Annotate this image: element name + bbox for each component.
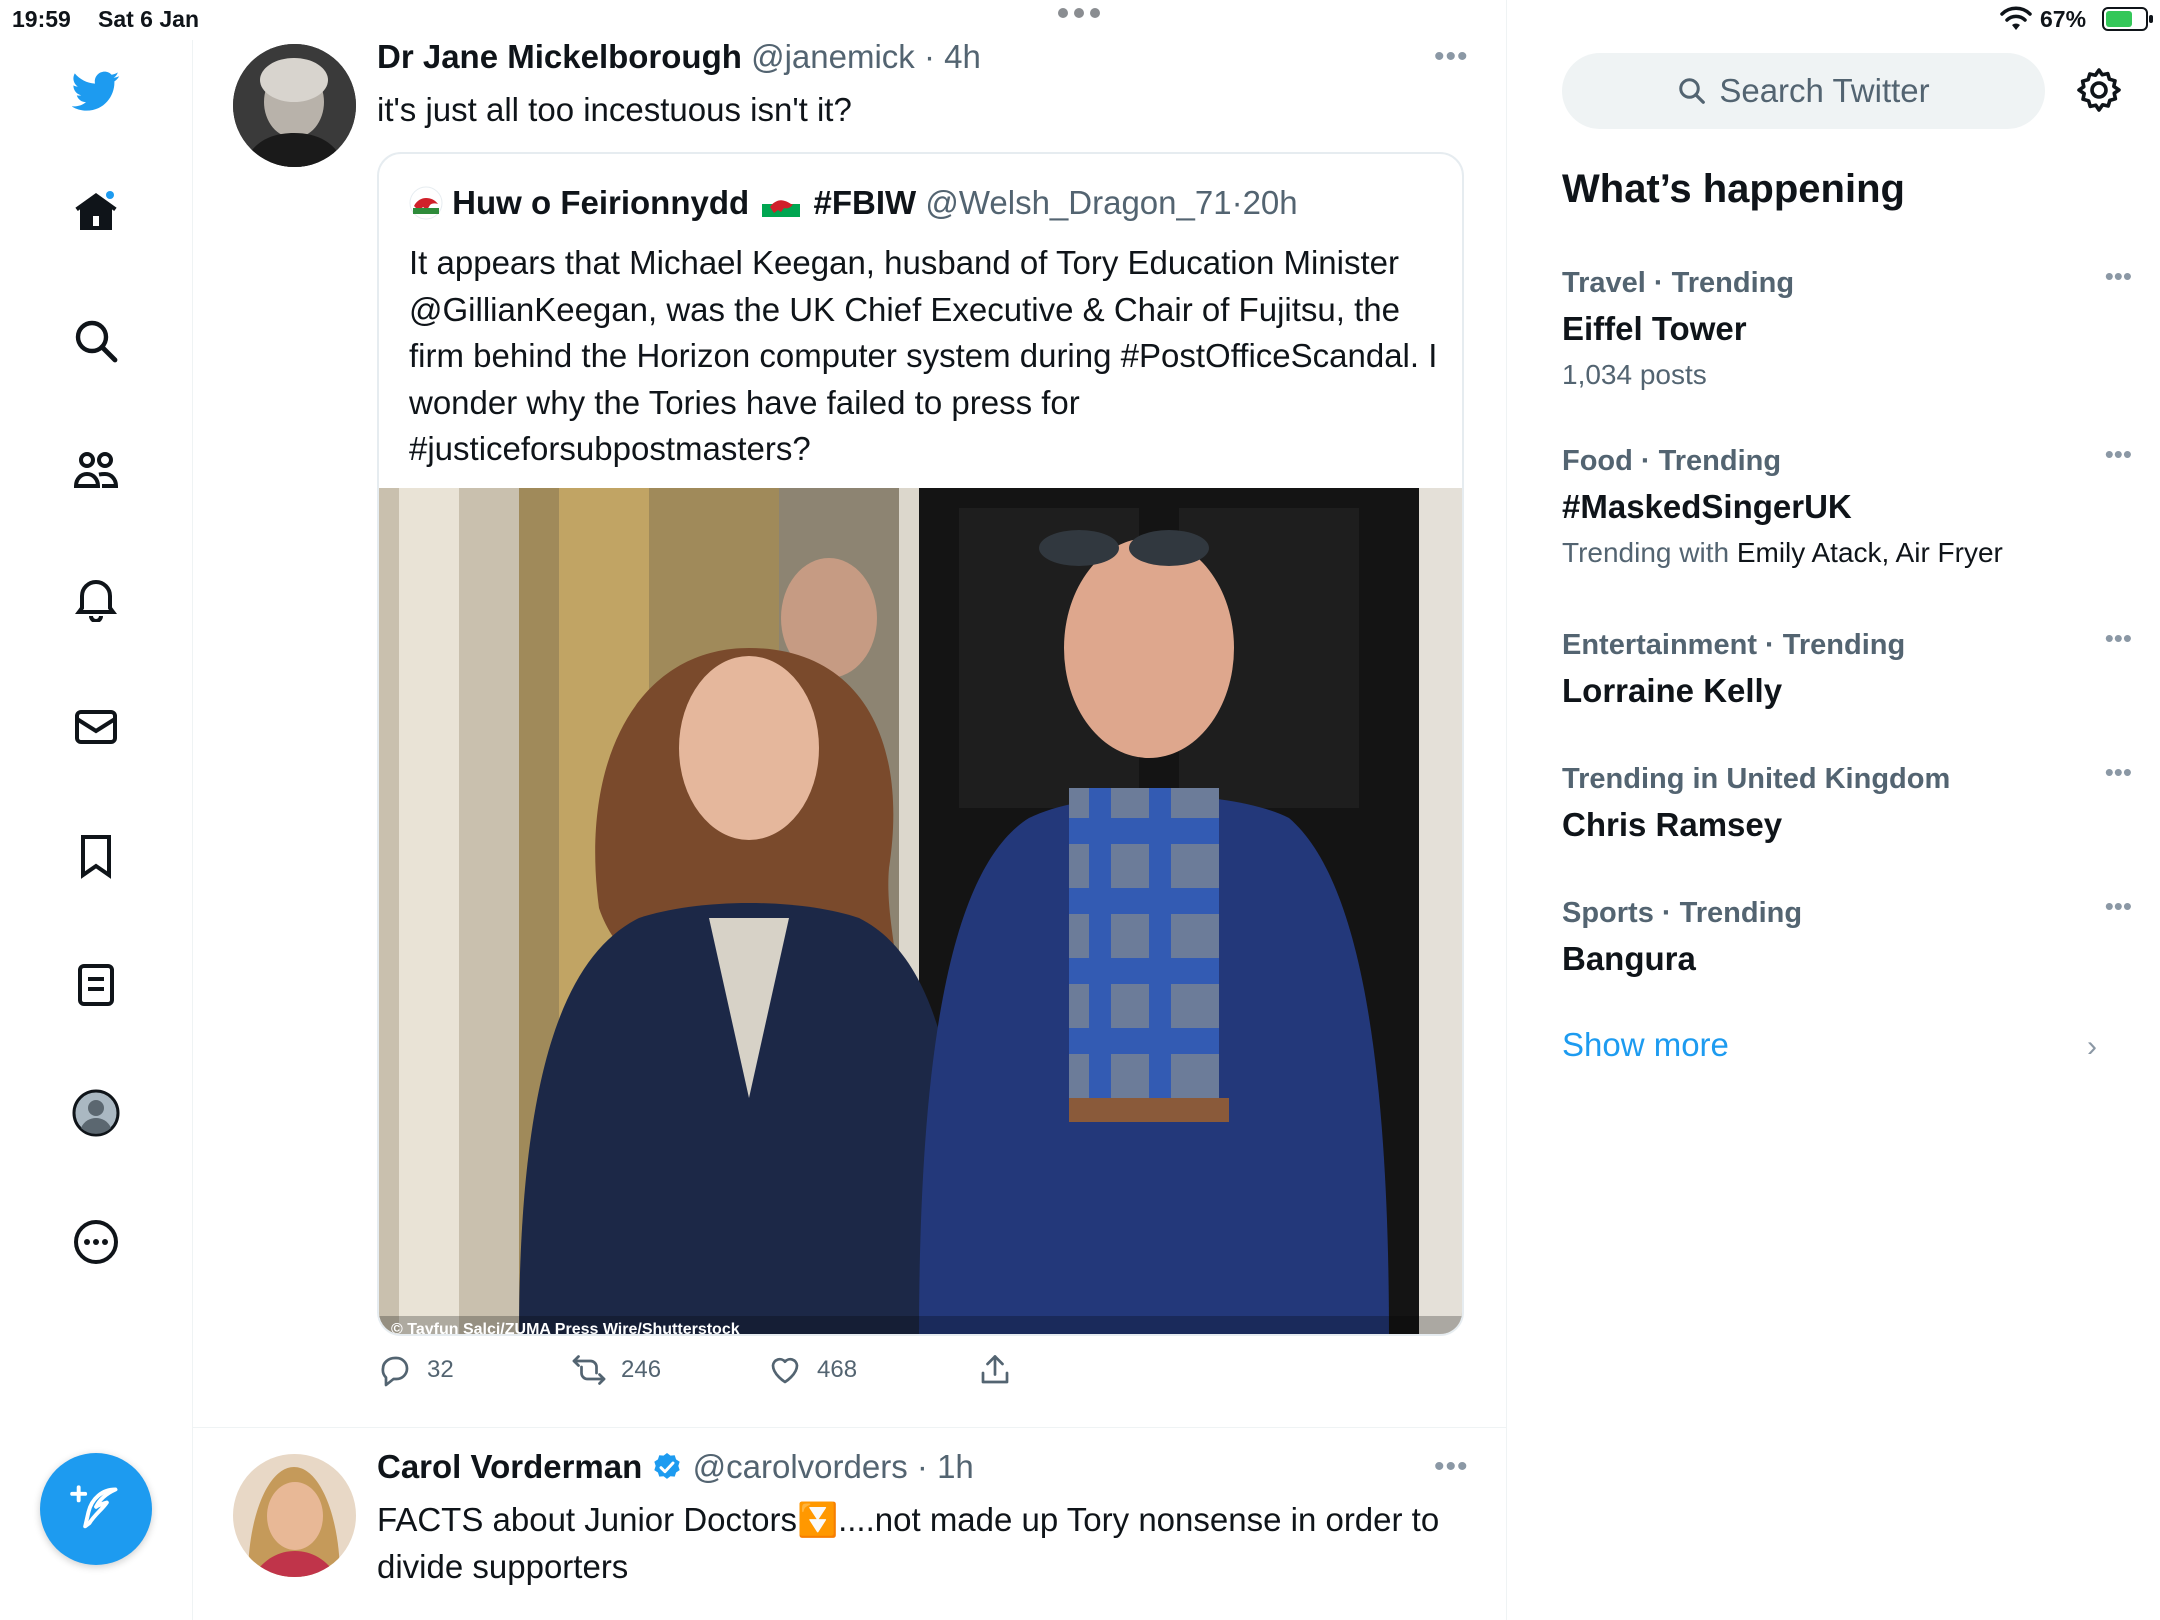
separator: · <box>1231 184 1243 221</box>
trend-meta-with: Emily Atack, Air Fryer <box>1736 537 2003 568</box>
share-icon <box>981 1355 1009 1384</box>
communities-icon[interactable] <box>66 440 126 500</box>
reply-button[interactable]: 32 <box>377 1352 454 1388</box>
retweet-button[interactable]: 246 <box>571 1352 661 1388</box>
trend-category: Entertainment · Trending <box>1562 629 1906 661</box>
author-name[interactable]: Dr Jane Mickelborough <box>377 38 742 75</box>
trend-title: Bangura <box>1562 940 1696 977</box>
right-sidebar: Search Twitter What’s happening Travel ·… <box>1507 0 2160 1620</box>
tweet-header: Dr Jane Mickelborough @janemick · 4h <box>377 38 981 76</box>
trend-title: Chris Ramsey <box>1562 806 1783 843</box>
author-handle[interactable]: @janemick <box>751 38 915 75</box>
tweet-more-icon[interactable]: ••• <box>1434 1450 1469 1484</box>
avatar-photo <box>233 1454 356 1577</box>
twitter-logo-icon[interactable] <box>66 61 126 121</box>
profile-icon[interactable] <box>66 1083 126 1143</box>
status-time: 19:59 <box>12 6 71 32</box>
trend-title: Lorraine Kelly <box>1562 672 1783 709</box>
trend-meta-prefix: Trending with <box>1562 537 1730 568</box>
heart-icon <box>771 1357 799 1384</box>
chevron-right-icon: › <box>2087 1030 2097 1063</box>
trend-item[interactable]: Trending in United Kingdom Chris Ramsey … <box>1562 757 2132 849</box>
avatar[interactable] <box>233 44 356 167</box>
trend-item[interactable]: Sports · Trending Bangura ••• <box>1562 891 2132 983</box>
retweet-count: 246 <box>621 1356 662 1383</box>
trend-title: Eiffel Tower <box>1562 310 1747 347</box>
trend-meta: 1,034 posts <box>1562 359 1707 390</box>
share-button[interactable] <box>977 1352 1013 1388</box>
left-navigation <box>0 40 193 1620</box>
separator: · <box>916 1448 928 1485</box>
separator: · <box>923 38 935 75</box>
search-icon[interactable] <box>66 311 126 371</box>
trend-item[interactable]: Entertainment · Trending Lorraine Kelly … <box>1562 623 2132 715</box>
reply-icon <box>381 1356 409 1387</box>
trend-meta: Trending with Emily Atack, Air Fryer <box>1562 531 2122 575</box>
avatar-photo <box>233 44 356 167</box>
messages-icon[interactable] <box>66 697 126 757</box>
tweet-time[interactable]: 1h <box>937 1448 974 1485</box>
trend-more-icon[interactable]: ••• <box>2105 891 2132 922</box>
trend-more-icon[interactable]: ••• <box>2105 757 2132 788</box>
trend-item[interactable]: Travel · Trending Eiffel Tower 1,034 pos… <box>1562 261 2132 397</box>
like-button[interactable]: 468 <box>767 1352 857 1388</box>
tweet-more-icon[interactable]: ••• <box>1434 40 1469 74</box>
whats-happening-heading: What’s happening <box>1562 167 1905 211</box>
trend-title: #MaskedSingerUK <box>1562 488 1852 525</box>
quote-text: It appears that Michael Keegan, husband … <box>409 244 1438 467</box>
gear-icon[interactable] <box>2075 66 2123 114</box>
like-count: 468 <box>817 1356 858 1383</box>
quoted-tweet[interactable]: Huw o Feirionnydd #FBIW @Welsh_Dragon_71… <box>377 152 1464 1336</box>
more-icon[interactable] <box>66 1212 126 1272</box>
photo-couple-at-door: © Tayfun Salci/ZUMA Press Wire/Shutterst… <box>379 488 1462 1336</box>
quote-time[interactable]: 20h <box>1243 184 1298 221</box>
tweet-header: Carol Vorderman @carolvorders · 1h <box>377 1448 974 1486</box>
tweet-actions: 32 246 468 <box>377 1352 1377 1402</box>
quote-author-handle[interactable]: @Welsh_Dragon_71 <box>925 184 1231 221</box>
trend-category: Sports · Trending <box>1562 897 1803 929</box>
search-placeholder: Search Twitter <box>1719 72 1930 109</box>
compose-feather-icon <box>70 1485 118 1529</box>
avatar[interactable] <box>233 1454 356 1577</box>
trend-category: Food · Trending <box>1562 445 1782 477</box>
reply-count: 32 <box>427 1356 454 1383</box>
timeline: Dr Jane Mickelborough @janemick · 4h •••… <box>193 0 1507 1620</box>
quote-author-name[interactable]: Huw o Feirionnydd <box>452 184 749 221</box>
author-name[interactable]: Carol Vorderman <box>377 1448 642 1485</box>
retweet-icon <box>572 1355 606 1385</box>
photo-caption: © Tayfun Salci/ZUMA Press Wire/Shutterst… <box>391 1321 740 1336</box>
quote-tag[interactable]: #FBIW <box>814 184 917 221</box>
search-bar[interactable]: Search Twitter <box>1562 53 2045 129</box>
trend-category: Trending in United Kingdom <box>1562 763 1951 795</box>
welsh-flag-icon <box>762 191 801 217</box>
home-icon[interactable] <box>66 182 126 242</box>
bookmarks-icon[interactable] <box>66 826 126 886</box>
tweet-text: it's just all too incestuous isn't it? <box>377 91 852 128</box>
dragon-avatar-icon <box>409 186 443 220</box>
search-icon <box>1679 78 1706 104</box>
quote-photo[interactable]: © Tayfun Salci/ZUMA Press Wire/Shutterst… <box>379 488 1462 1336</box>
tweet-text: FACTS about Junior Doctors⏬....not made … <box>377 1501 1440 1585</box>
lists-icon[interactable] <box>66 955 126 1015</box>
trend-more-icon[interactable]: ••• <box>2105 623 2132 654</box>
notifications-icon[interactable] <box>66 568 126 628</box>
trend-category: Travel · Trending <box>1562 267 1795 299</box>
status-date: Sat 6 Jan <box>98 6 199 32</box>
quote-header: Huw o Feirionnydd #FBIW @Welsh_Dragon_71… <box>409 184 1298 222</box>
trend-item[interactable]: Food · Trending #MaskedSingerUK Trending… <box>1562 439 2132 575</box>
show-more-link[interactable]: Show more <box>1562 1026 1729 1064</box>
verified-badge-icon <box>654 1453 681 1479</box>
trend-more-icon[interactable]: ••• <box>2105 439 2132 470</box>
tweet-time[interactable]: 4h <box>944 38 981 75</box>
tweet-divider <box>193 1427 1507 1428</box>
trend-more-icon[interactable]: ••• <box>2105 261 2132 292</box>
compose-tweet-button[interactable] <box>40 1453 152 1565</box>
author-handle[interactable]: @carolvorders <box>693 1448 908 1485</box>
